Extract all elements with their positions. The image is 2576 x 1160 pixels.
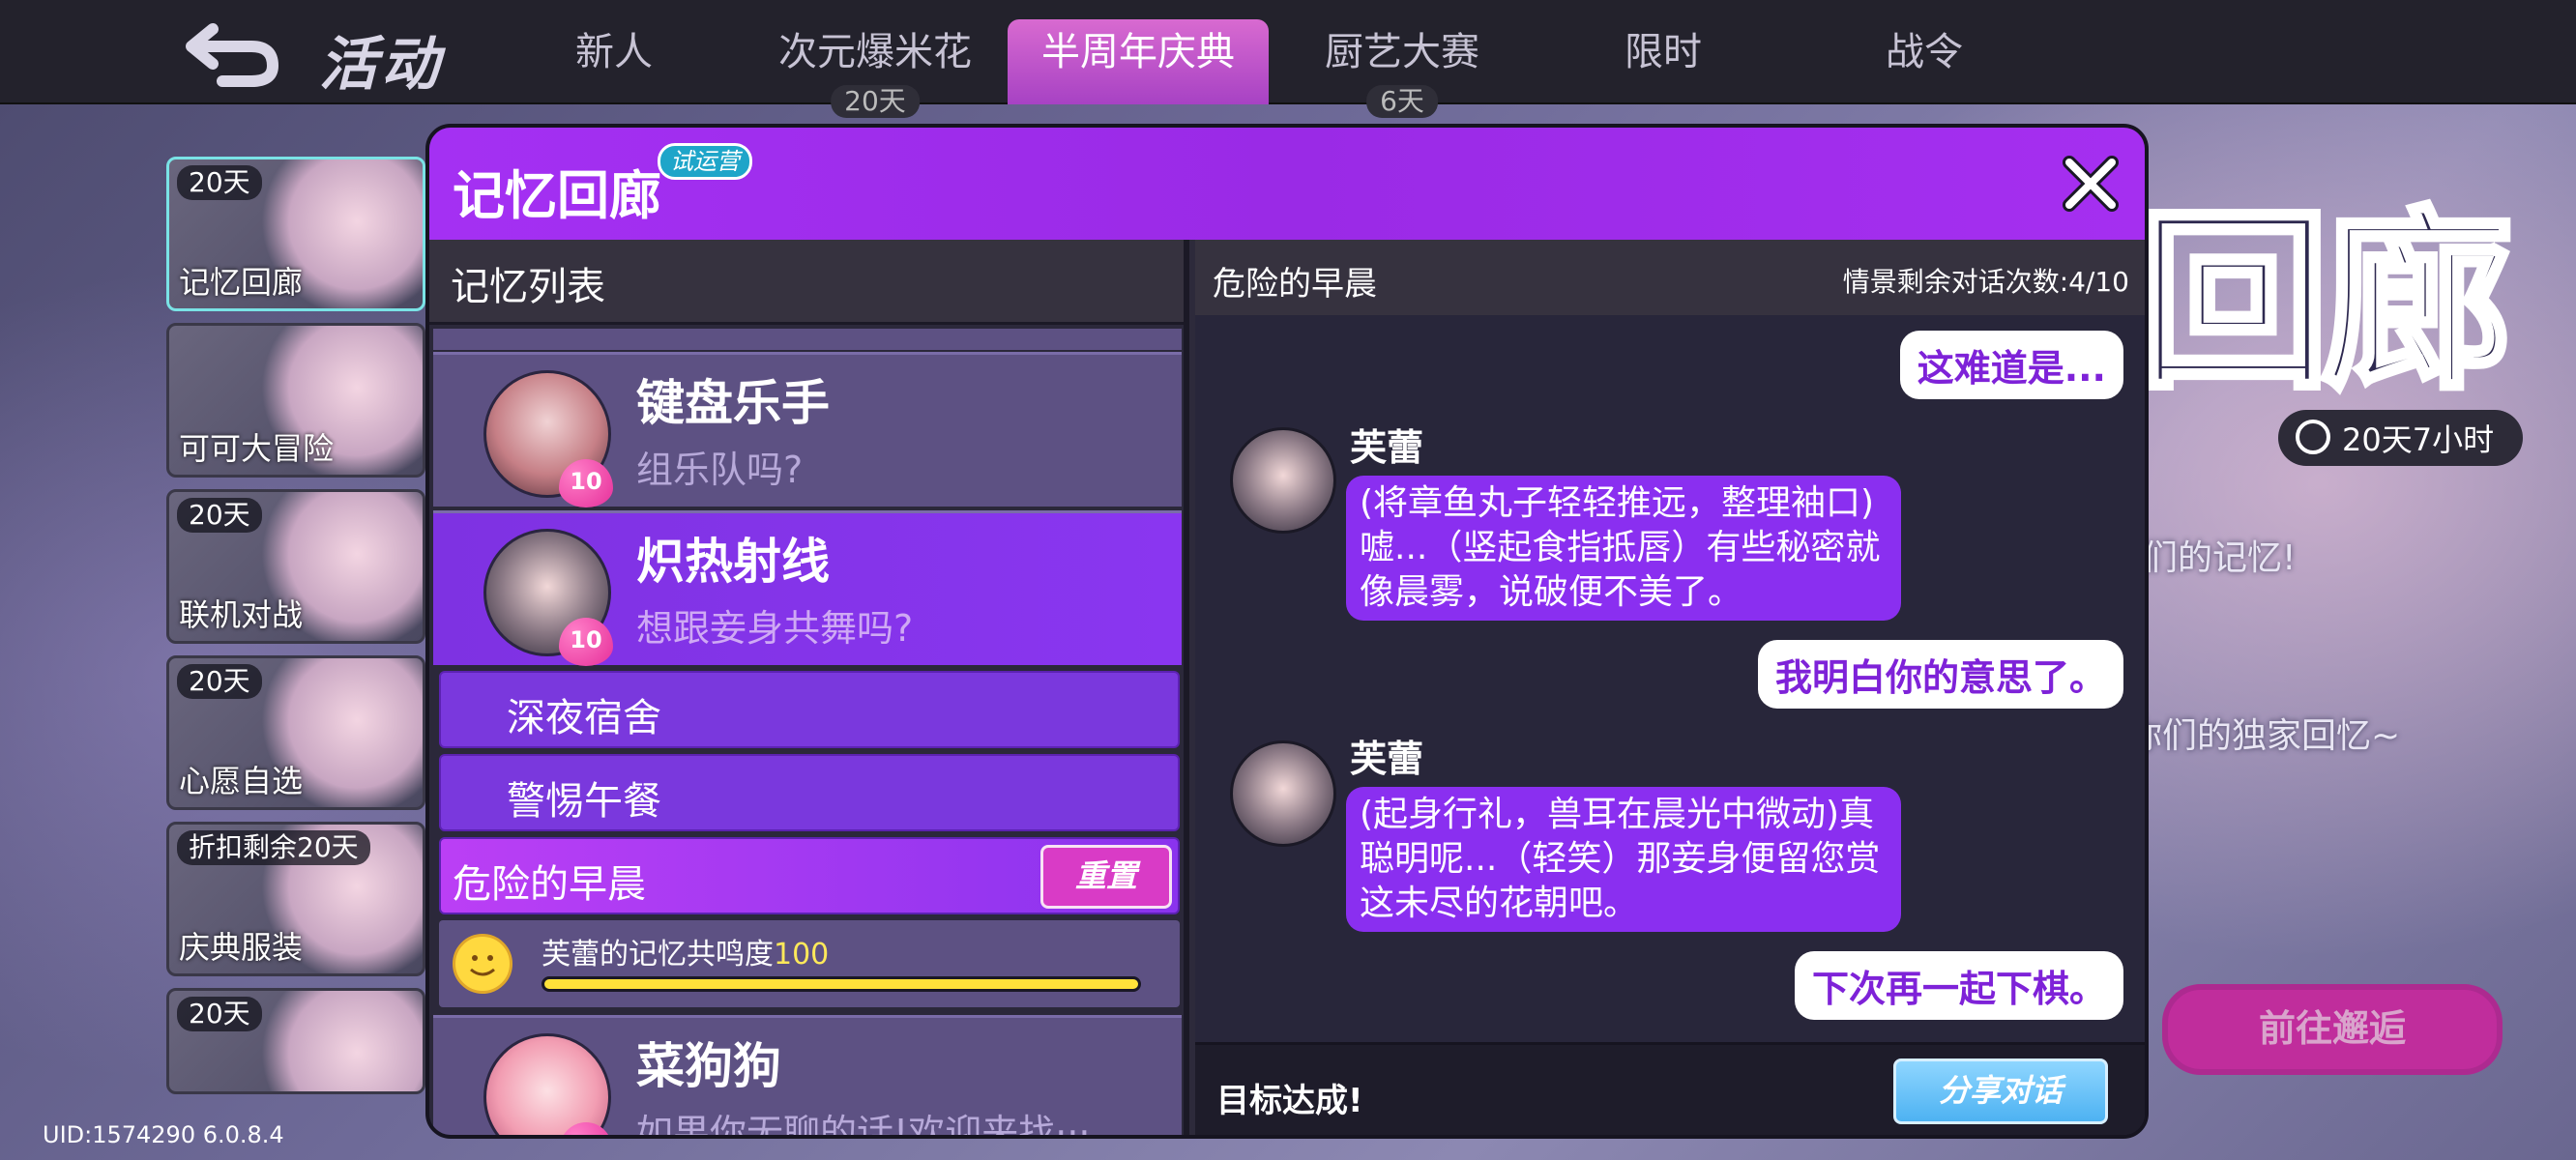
card-timer: 折扣剩余20天 — [177, 830, 370, 865]
event-timer-text: 20天7小时 — [2342, 421, 2495, 458]
clock-icon — [2296, 420, 2330, 454]
tab-label: 次元爆米花 — [778, 30, 972, 74]
tab-battle-pass[interactable]: 战令 — [1847, 19, 2002, 104]
chat-pane: 危险的早晨 情景剩余对话次数:4/10 这难道是... 芙蕾 (将章鱼丸子轻轻推… — [1195, 240, 2145, 1135]
chat-bubble-npc: (起身行礼，兽耳在晨光中微动)真聪明呢...（轻笑）那妾身便留您赏这未尽的花朝吧… — [1346, 787, 1901, 932]
list-item-hot-ray[interactable]: 10 炽热射线 想跟妾身共舞吗? — [433, 510, 1182, 666]
tab-timer-badge: 20天 — [831, 85, 920, 118]
card-timer: 20天 — [177, 997, 262, 1031]
page-title: 活动 — [319, 31, 443, 99]
smile-face-glyph — [470, 955, 495, 976]
screen: 回廊 20天7小时 们的记忆! 你们的独家回忆~ 前往邂逅 活动 新人 次元爆米… — [0, 0, 2576, 1160]
remaining-dialog-count: 情景剩余对话次数:4/10 — [1842, 266, 2129, 298]
bond-progress-bar — [542, 976, 1141, 992]
chat-footer: 目标达成! 分享对话 — [1195, 1042, 2145, 1135]
list-item-subtitle: 组乐队吗? — [636, 449, 804, 491]
tab-label: 战令 — [1886, 30, 1963, 74]
chat-bubble-npc: (将章鱼丸子轻轻推远，整理袖口)嘘...（竖起食指抵唇）有些秘密就像晨雾，说破便… — [1346, 476, 1901, 621]
sidebar-card-online-battle[interactable]: 20天 联机对战 — [166, 489, 425, 644]
speaker-avatar — [1230, 427, 1336, 534]
goto-encounter-button[interactable]: 前往邂逅 — [2162, 984, 2503, 1075]
list-item-name: 炽热射线 — [636, 534, 830, 590]
heart-level-icon: 10 — [559, 618, 613, 666]
speaker-avatar — [1230, 740, 1336, 847]
background-event-title: 回廊 — [2134, 188, 2517, 419]
tab-limited[interactable]: 限时 — [1586, 19, 1741, 104]
list-item-name: 菜狗狗 — [636, 1038, 781, 1094]
card-label: 联机对战 — [179, 596, 304, 633]
memory-corridor-dialog: 记忆回廊 试运营 记忆列表 10 键盘乐手 组乐队吗? 10 炽热射线 想跟妾身… — [425, 124, 2149, 1139]
card-timer: 20天 — [177, 165, 262, 200]
card-art — [258, 991, 423, 1091]
list-item-partial — [433, 329, 1182, 350]
chat-title: 危险的早晨 — [1213, 265, 1377, 304]
bond-value: 100 — [774, 938, 830, 972]
trial-badge: 试运营 — [658, 143, 752, 180]
card-label: 记忆回廊 — [179, 264, 304, 301]
background-text-1: 们的记忆! — [2143, 538, 2297, 578]
heart-level-icon: 10 — [559, 459, 613, 508]
sub-item-alert-lunch[interactable]: 警惕午餐 — [439, 754, 1180, 831]
tab-anniversary[interactable]: 半周年庆典 — [1008, 19, 1269, 104]
card-label: 心愿自选 — [179, 763, 304, 799]
memory-list-header: 记忆列表 — [429, 240, 1184, 325]
tab-label: 新人 — [575, 30, 653, 74]
dialog-header: 记忆回廊 试运营 — [429, 128, 2145, 240]
list-item-weak-dog[interactable]: 10 菜狗狗 如果你无聊的话!欢迎来找··· — [433, 1015, 1182, 1139]
sidebar-card-coco-adventure[interactable]: 可可大冒险 — [166, 323, 425, 478]
chat-header: 危险的早晨 情景剩余对话次数:4/10 — [1195, 240, 2145, 315]
goal-status: 目标达成! — [1216, 1082, 1363, 1120]
tab-cooking[interactable]: 厨艺大赛 6天 — [1286, 19, 1518, 118]
event-timer: 20天7小时 — [2278, 410, 2524, 466]
tab-label: 半周年庆典 — [1041, 30, 1235, 74]
sidebar-card-celebration-outfit[interactable]: 折扣剩余20天 庆典服装 — [166, 822, 425, 976]
memory-list-pane: 记忆列表 10 键盘乐手 组乐队吗? 10 炽热射线 想跟妾身共舞吗? 深夜宿舍… — [429, 240, 1189, 1139]
chat-bubble-self: 这难道是... — [1899, 331, 2123, 399]
background-text-2: 你们的独家回忆~ — [2127, 716, 2401, 756]
card-timer: 20天 — [177, 664, 262, 699]
tab-newbie[interactable]: 新人 — [542, 19, 687, 104]
smile-face-icon — [453, 934, 512, 994]
card-timer: 20天 — [177, 498, 262, 533]
tab-timer-badge: 6天 — [1366, 85, 1438, 118]
sidebar-card-memory-corridor[interactable]: 20天 记忆回廊 — [166, 157, 425, 311]
speaker-name: 芙蕾 — [1350, 738, 1424, 780]
bond-progress-row: 芙蕾的记忆共鸣度100 — [439, 920, 1180, 1007]
bond-label: 芙蕾的记忆共鸣度100 — [542, 930, 829, 972]
reset-button[interactable]: 重置 — [1040, 845, 1172, 909]
sub-item-label: 警惕午餐 — [507, 779, 661, 824]
bond-label-text: 芙蕾的记忆共鸣度 — [542, 938, 774, 972]
sidebar-card-wish-select[interactable]: 20天 心愿自选 — [166, 655, 425, 810]
sub-item-dangerous-morning[interactable]: 危险的早晨 重置 — [439, 837, 1180, 914]
sub-item-label: 深夜宿舍 — [507, 696, 661, 740]
list-item-name: 键盘乐手 — [636, 375, 830, 431]
top-bar: 活动 新人 次元爆米花 20天 半周年庆典 厨艺大赛 6天 限时 战令 — [0, 0, 2576, 118]
tab-popcorn[interactable]: 次元爆米花 20天 — [754, 19, 996, 118]
speaker-name: 芙蕾 — [1350, 426, 1424, 469]
close-icon[interactable] — [2056, 149, 2125, 218]
tab-label: 限时 — [1625, 30, 1702, 74]
list-item-subtitle: 如果你无聊的话!欢迎来找··· — [636, 1112, 1091, 1139]
tab-label: 厨艺大赛 — [1325, 30, 1479, 74]
card-label: 可可大冒险 — [179, 430, 335, 467]
chat-bubble-self: 我明白你的意思了。 — [1757, 640, 2123, 709]
share-dialog-button[interactable]: 分享对话 — [1893, 1058, 2108, 1124]
sub-item-late-night-dorm[interactable]: 深夜宿舍 — [439, 671, 1180, 748]
dialog-title: 记忆回廊 — [453, 165, 661, 226]
list-item-keyboardist[interactable]: 10 键盘乐手 组乐队吗? — [433, 352, 1182, 508]
sub-item-label: 危险的早晨 — [453, 862, 646, 907]
chat-bubble-self: 下次再一起下棋。 — [1794, 951, 2123, 1020]
list-item-subtitle: 想跟妾身共舞吗? — [636, 607, 914, 650]
memory-list-title: 记忆列表 — [451, 265, 605, 309]
sidebar-card-6[interactable]: 20天 — [166, 988, 425, 1094]
back-arrow-icon[interactable] — [184, 19, 280, 87]
card-label: 庆典服装 — [179, 929, 304, 966]
uid-version: UID:1574290 6.0.8.4 — [43, 1121, 284, 1148]
